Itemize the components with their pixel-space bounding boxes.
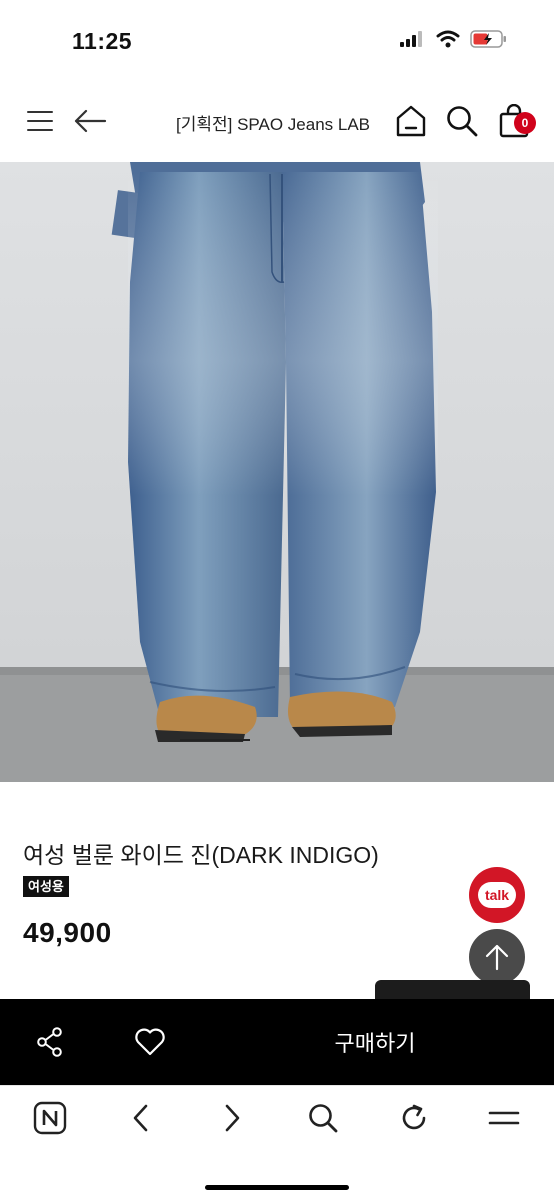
back-arrow-icon[interactable]	[72, 80, 108, 162]
status-bar: 11:25	[0, 0, 554, 80]
page-title: [기획전] SPAO Jeans LAB	[176, 115, 371, 134]
home-icon[interactable]	[393, 80, 429, 162]
search-icon[interactable]	[444, 80, 480, 162]
share-icon[interactable]	[30, 999, 70, 1085]
product-name: 여성 벌룬 와이드 진(DARK INDIGO)	[23, 842, 379, 868]
status-time: 11:25	[72, 28, 133, 54]
image-slide-indicator	[180, 739, 250, 741]
arrow-up-icon	[485, 944, 509, 971]
talk-label: talk	[484, 887, 510, 903]
cart-count-badge: 0	[514, 112, 536, 134]
browser-menu-icon[interactable]	[484, 1098, 524, 1138]
home-indicator	[205, 1185, 349, 1190]
refresh-icon[interactable]	[394, 1098, 434, 1138]
menu-icon[interactable]	[22, 80, 58, 162]
browser-back-icon[interactable]	[121, 1098, 161, 1138]
product-price: 49,900	[23, 917, 112, 948]
status-icons	[400, 30, 508, 48]
browser-search-icon[interactable]	[303, 1098, 343, 1138]
women-badge: 여성용	[23, 876, 69, 897]
talk-bubble-icon: talk	[478, 882, 516, 908]
buy-button[interactable]: 구매하기	[300, 999, 450, 1085]
signal-icon	[400, 31, 422, 47]
naver-home-icon[interactable]	[30, 1098, 70, 1138]
wifi-icon	[436, 30, 460, 48]
purchase-bar: 구매하기	[0, 999, 554, 1085]
product-image[interactable]	[0, 162, 554, 782]
browser-toolbar	[0, 1085, 554, 1201]
scroll-to-top-button[interactable]	[469, 929, 525, 985]
top-header: [기획전] SPAO Jeans LAB	[0, 80, 554, 163]
heart-icon[interactable]	[128, 999, 172, 1085]
kakao-talk-button[interactable]: talk	[469, 867, 525, 923]
browser-forward-icon[interactable]	[212, 1098, 252, 1138]
battery-icon	[470, 30, 506, 48]
